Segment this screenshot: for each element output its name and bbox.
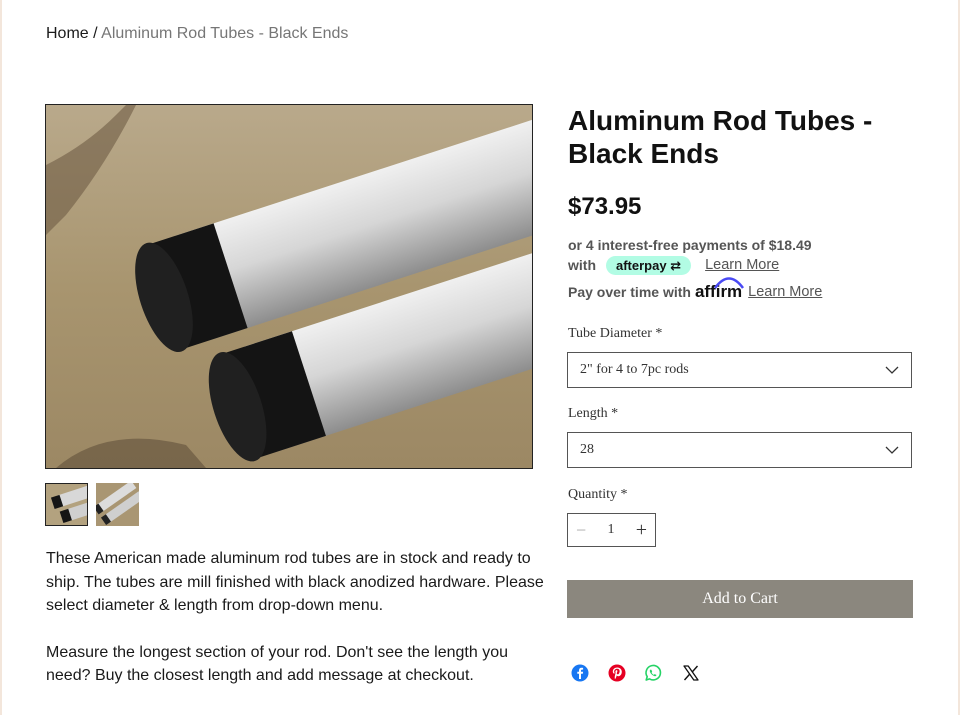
- product-main-image[interactable]: [45, 104, 533, 469]
- add-to-cart-button[interactable]: Add to Cart: [567, 580, 913, 618]
- affirm-logo: affirm: [695, 277, 744, 302]
- breadcrumb-separator: /: [93, 25, 98, 42]
- breadcrumb-home[interactable]: Home: [46, 25, 89, 42]
- tube-diameter-select[interactable]: 2" for 4 to 7pc rods: [567, 352, 912, 388]
- chevron-down-icon: [885, 446, 899, 454]
- afterpay-learn-more-link[interactable]: Learn More: [705, 255, 779, 275]
- breadcrumb: Home / Aluminum Rod Tubes - Black Ends: [46, 25, 348, 43]
- page-left-edge: [0, 0, 2, 715]
- whatsapp-icon[interactable]: [643, 663, 663, 683]
- length-select[interactable]: 28: [567, 432, 912, 468]
- product-thumbnail-2[interactable]: [96, 483, 139, 526]
- product-description: These American made aluminum rod tubes a…: [46, 547, 546, 711]
- quantity-increment-button[interactable]: +: [636, 519, 647, 542]
- tube-diameter-value: 2" for 4 to 7pc rods: [580, 362, 689, 377]
- afterpay-logo: afterpay ⇄: [606, 255, 692, 275]
- pinterest-icon[interactable]: [607, 663, 627, 683]
- product-thumbnail-1[interactable]: [45, 483, 88, 526]
- length-value: 28: [580, 442, 594, 457]
- quantity-value[interactable]: 1: [607, 522, 614, 538]
- x-icon[interactable]: [681, 663, 701, 683]
- quantity-decrement-button[interactable]: −: [576, 520, 586, 541]
- length-label: Length *: [568, 406, 619, 421]
- chevron-down-icon: [885, 366, 899, 374]
- affirm-learn-more-link[interactable]: Learn More: [748, 284, 822, 300]
- afterpay-installments-text: or 4 interest-free payments of $18.49: [568, 237, 812, 253]
- product-title: Aluminum Rod Tubes - Black Ends: [568, 105, 873, 169]
- product-price: $73.95: [568, 193, 642, 220]
- afterpay-info: or 4 interest-free payments of $18.49 wi…: [568, 235, 898, 275]
- afterpay-with-text: with: [568, 257, 596, 273]
- description-paragraph-2: Measure the longest section of your rod.…: [46, 643, 508, 685]
- affirm-text: Pay over time with: [568, 284, 691, 300]
- facebook-icon[interactable]: [570, 663, 590, 683]
- description-paragraph-1: These American made aluminum rod tubes a…: [46, 550, 544, 614]
- affirm-info: Pay over time with affirm Learn More: [568, 277, 822, 302]
- breadcrumb-current: Aluminum Rod Tubes - Black Ends: [101, 25, 349, 42]
- quantity-stepper: − 1 +: [567, 513, 656, 547]
- quantity-label: Quantity *: [568, 487, 628, 502]
- tube-diameter-label: Tube Diameter *: [568, 326, 663, 341]
